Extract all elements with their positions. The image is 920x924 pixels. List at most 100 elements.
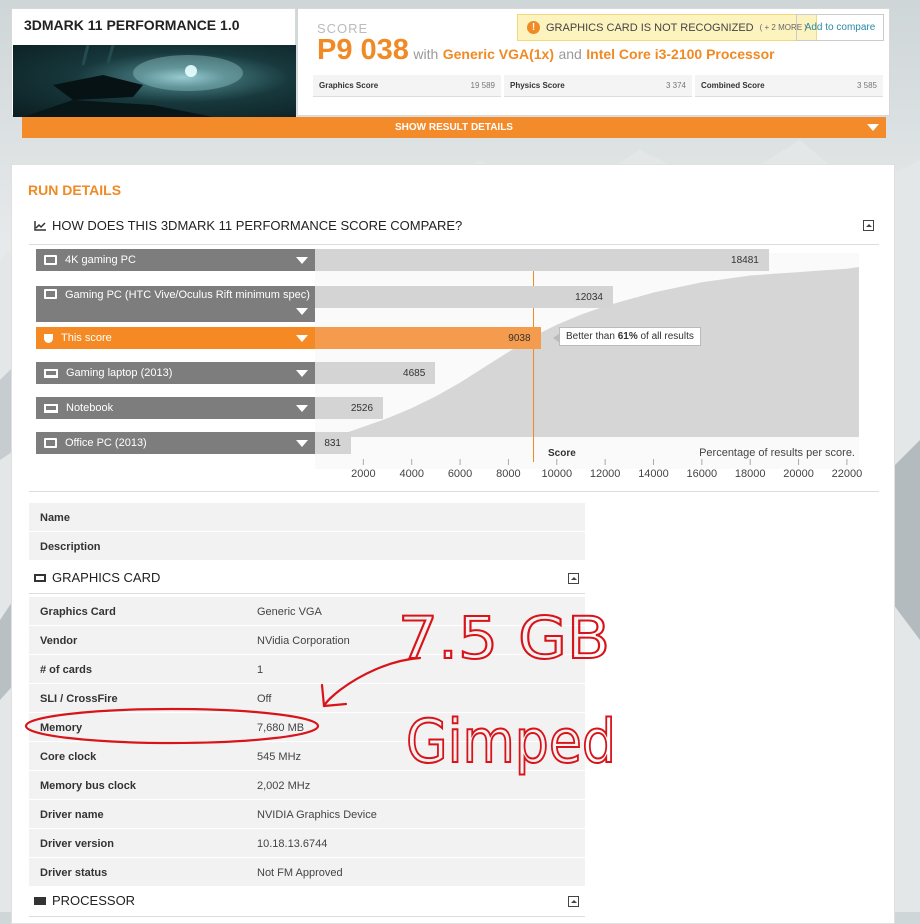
monitor-icon <box>44 255 57 265</box>
x-tick-label: 4000 <box>399 468 423 480</box>
graphics-card-table: Graphics Card Generic VGA Vendor NVidia Co… <box>29 597 585 887</box>
x-tick-label: 20000 <box>783 468 814 480</box>
row-label-text: Gaming laptop (2013) <box>66 367 173 379</box>
x-tick-label: 10000 <box>541 468 572 480</box>
processor-section-header: PROCESSOR <box>29 885 585 917</box>
table-row: Vendor NVidia Corporation <box>29 626 585 655</box>
row-key: Memory bus clock <box>40 780 136 792</box>
x-tick-label: 8000 <box>496 468 520 480</box>
score-bar: 18481 <box>315 249 769 271</box>
cpu-link[interactable]: Intel Core i3-2100 Processor <box>586 46 774 62</box>
row-key: Name <box>40 512 70 524</box>
subscore-name: Combined Score <box>701 81 765 90</box>
chevron-down-icon <box>296 404 308 412</box>
compare-section-header: HOW DOES THIS 3DMARK 11 PERFORMANCE SCOR… <box>34 218 462 233</box>
chevron-down-icon <box>296 369 308 377</box>
row-key: Graphics Card <box>40 606 116 618</box>
subscores: Graphics Score 19 589 Physics Score 3 37… <box>313 75 883 97</box>
test-thumbnail <box>13 45 296 117</box>
subscore-name: Physics Score <box>510 81 565 90</box>
row-label[interactable]: This score <box>36 327 315 349</box>
gpu-link[interactable]: Generic VGA(1x) <box>443 46 554 62</box>
subscore-name: Graphics Score <box>319 81 379 90</box>
collapse-processor-button[interactable] <box>568 896 579 907</box>
row-value: 1 <box>257 664 264 676</box>
collapse-graphics-button[interactable] <box>568 573 579 584</box>
graphics-card-icon <box>34 573 46 582</box>
laptop-icon <box>44 368 58 378</box>
comparison-chart: 2000 4000 6000 8000 10000 12000 14000 16000 1800… <box>29 247 879 493</box>
score-bar: 831 <box>315 432 351 454</box>
row-key: SLI / CrossFire <box>40 693 118 705</box>
chevron-down-icon <box>296 308 308 315</box>
table-row: Driver status Not FM Approved <box>29 858 585 887</box>
graphics-card-section-header: GRAPHICS CARD <box>29 562 585 594</box>
score-bar: 12034 <box>315 286 613 308</box>
table-row: Core clock 545 MHz <box>29 742 585 771</box>
section-title: GRAPHICS CARD <box>52 570 161 585</box>
row-key: Description <box>40 541 101 553</box>
x-tick-label: 14000 <box>638 468 669 480</box>
subscore-value: 3 585 <box>856 81 877 90</box>
row-value: 10.18.13.6744 <box>257 838 328 850</box>
row-value: 545 MHz <box>257 751 302 763</box>
chevron-down-icon <box>867 124 879 131</box>
row-label-text: Gaming PC (HTC Vive/Oculus Rift minimum … <box>65 289 310 301</box>
row-label-text: This score <box>61 332 112 344</box>
row-label-text: 4K gaming PC <box>65 254 136 266</box>
row-label[interactable]: Gaming laptop (2013) <box>36 362 315 384</box>
row-label-text: Office PC (2013) <box>65 437 147 449</box>
table-row: # of cards 1 <box>29 655 585 684</box>
processor-icon <box>34 896 46 905</box>
row-value: 2,002 MHz <box>257 780 311 792</box>
subscore-value: 3 374 <box>665 81 686 90</box>
add-to-compare-button[interactable]: Add to compare <box>796 14 884 41</box>
monitor-icon <box>44 438 57 448</box>
row-value: Not FM Approved <box>257 867 343 879</box>
row-key: Driver status <box>40 867 108 879</box>
trophy-icon <box>44 333 53 343</box>
warning-text: GRAPHICS CARD IS NOT RECOGNIZED <box>546 21 754 34</box>
chevron-down-icon <box>296 334 308 342</box>
row-label-text: Notebook <box>66 402 114 414</box>
better-suffix: of all results <box>637 331 694 342</box>
table-row: SLI / CrossFire Off <box>29 684 585 713</box>
x-tick-label: 18000 <box>735 468 766 480</box>
row-key: # of cards <box>40 664 92 676</box>
x-tick-label: 12000 <box>590 468 621 480</box>
compare-title: HOW DOES THIS 3DMARK 11 PERFORMANCE SCOR… <box>52 218 463 233</box>
row-label[interactable]: Office PC (2013) <box>36 432 315 454</box>
table-row: Memory bus clock 2,002 MHz <box>29 771 585 800</box>
percentile-tooltip: Better than 61% of all results <box>553 327 701 346</box>
row-label[interactable]: Notebook <box>36 397 315 419</box>
row-value: NVIDIA Graphics Device <box>257 809 377 821</box>
collapse-compare-button[interactable] <box>863 220 874 231</box>
x-tick-label: 22000 <box>832 468 863 480</box>
section-title: PROCESSOR <box>52 893 136 908</box>
row-key: Driver name <box>40 809 104 821</box>
row-value: NVidia Corporation <box>257 635 350 647</box>
score-panel: SCORE P9 038 with Generic VGA(1x) and In… <box>298 8 890 116</box>
row-value: 7,680 MB <box>257 722 305 734</box>
laptop-icon <box>44 403 58 413</box>
score-bar: 4685 <box>315 362 436 384</box>
row-value: Generic VGA <box>257 606 322 618</box>
subscore-value: 19 589 <box>470 81 495 90</box>
x-tick-label: 16000 <box>687 468 718 480</box>
row-label[interactable]: 4K gaming PC <box>36 249 315 271</box>
chevron-down-icon <box>296 256 308 264</box>
show-details-label: SHOW RESULT DETAILS <box>395 122 513 133</box>
run-details-title: RUN DETAILS <box>28 182 122 198</box>
table-row: Description <box>29 532 585 561</box>
better-prefix: Better than <box>566 331 618 342</box>
better-pct: 61% <box>617 331 638 342</box>
show-result-details-button[interactable]: SHOW RESULT DETAILS <box>22 117 886 138</box>
row-label[interactable]: Gaming PC (HTC Vive/Oculus Rift minimum … <box>36 286 315 322</box>
run-details-panel: RUN DETAILS HOW DOES THIS 3DMARK 11 PERF… <box>11 164 895 924</box>
combined-score: Combined Score 3 585 <box>695 75 883 97</box>
table-row: Graphics Card Generic VGA <box>29 597 585 626</box>
chart-annotation: Percentage of results per score. <box>699 447 855 459</box>
divider <box>29 491 879 492</box>
and-text: and <box>558 46 582 62</box>
warning-badge[interactable]: ! GRAPHICS CARD IS NOT RECOGNIZED ( + 2 … <box>517 14 817 41</box>
